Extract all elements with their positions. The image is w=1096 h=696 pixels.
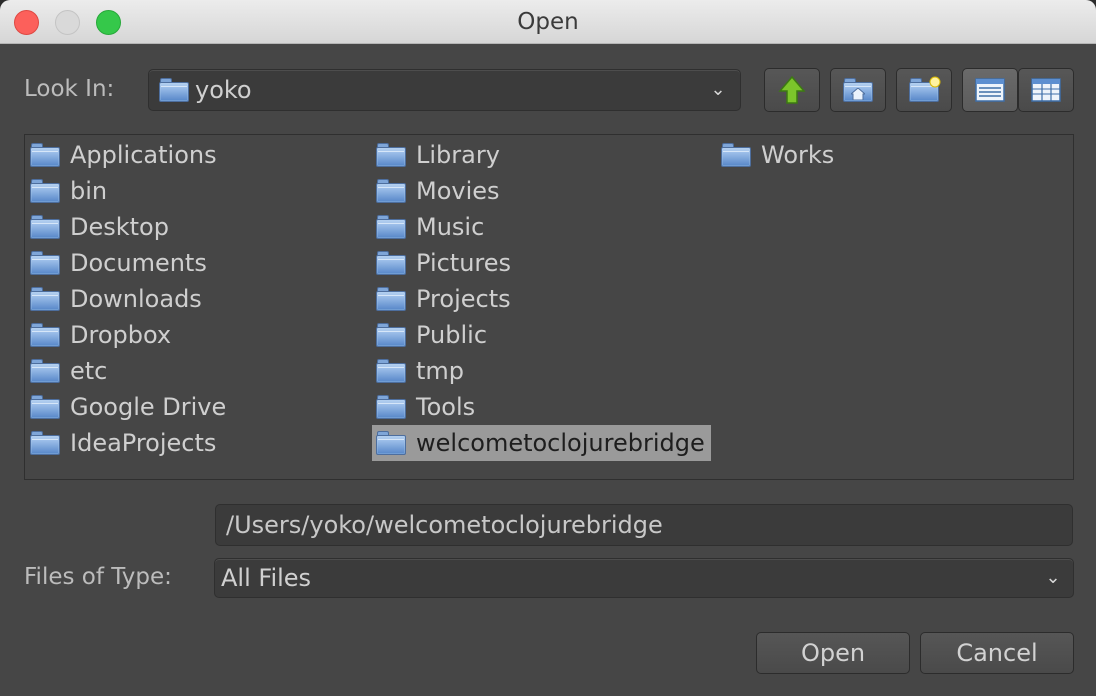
folder-icon bbox=[376, 359, 406, 383]
file-item[interactable]: IdeaProjects bbox=[30, 425, 216, 461]
file-list[interactable]: Applications bin Desktop Documents Downl… bbox=[24, 134, 1074, 480]
chevron-down-icon[interactable]: ⌄ bbox=[706, 70, 730, 110]
folder-icon bbox=[30, 287, 60, 311]
file-item[interactable]: tmp bbox=[376, 353, 464, 389]
file-item[interactable]: Movies bbox=[376, 173, 500, 209]
cancel-button[interactable]: Cancel bbox=[920, 632, 1074, 674]
window-title: Open bbox=[517, 9, 579, 35]
open-button[interactable]: Open bbox=[756, 632, 910, 674]
file-item[interactable]: Library bbox=[376, 137, 500, 173]
list-view-button[interactable] bbox=[962, 68, 1018, 112]
up-one-level-button[interactable] bbox=[764, 68, 820, 112]
folder-icon bbox=[376, 395, 406, 419]
folder-icon bbox=[376, 215, 406, 239]
file-item[interactable]: Applications bbox=[30, 137, 217, 173]
look-in-label: Look In: bbox=[24, 76, 115, 102]
file-name-field[interactable]: /Users/yoko/welcometoclojurebridge bbox=[215, 504, 1073, 546]
files-of-type-label: Files of Type: bbox=[24, 564, 172, 590]
look-in-combo[interactable]: yoko ⌄ bbox=[148, 69, 741, 111]
folder-icon bbox=[30, 179, 60, 203]
file-item[interactable]: Documents bbox=[30, 245, 207, 281]
home-folder-button[interactable] bbox=[830, 68, 886, 112]
chevron-down-icon[interactable]: ⌄ bbox=[1041, 559, 1065, 597]
details-view-button[interactable] bbox=[1018, 68, 1074, 112]
new-folder-icon bbox=[909, 76, 941, 102]
folder-icon bbox=[376, 431, 406, 455]
up-arrow-icon bbox=[778, 75, 806, 104]
folder-icon bbox=[376, 323, 406, 347]
folder-icon bbox=[30, 431, 60, 455]
file-item[interactable]: Downloads bbox=[30, 281, 202, 317]
details-view-icon bbox=[1031, 78, 1061, 102]
file-item[interactable]: bin bbox=[30, 173, 107, 209]
file-item[interactable]: Pictures bbox=[376, 245, 511, 281]
folder-icon bbox=[30, 359, 60, 383]
open-dialog: Open Look In: yoko ⌄ Applications bin De… bbox=[0, 0, 1096, 696]
folder-icon bbox=[376, 287, 406, 311]
file-item[interactable]: Works bbox=[721, 137, 834, 173]
file-item[interactable]: Dropbox bbox=[30, 317, 171, 353]
file-item[interactable]: Google Drive bbox=[30, 389, 226, 425]
file-item[interactable]: etc bbox=[30, 353, 107, 389]
folder-icon bbox=[376, 143, 406, 167]
home-folder-icon bbox=[843, 78, 873, 102]
folder-icon bbox=[376, 179, 406, 203]
list-view-icon bbox=[975, 78, 1005, 102]
folder-icon bbox=[30, 215, 60, 239]
file-item[interactable]: Desktop bbox=[30, 209, 169, 245]
files-of-type-value: All Files bbox=[221, 564, 312, 592]
file-item[interactable]: Tools bbox=[376, 389, 475, 425]
title-bar: Open bbox=[0, 0, 1096, 44]
folder-icon bbox=[376, 251, 406, 275]
folder-icon bbox=[30, 323, 60, 347]
file-item-selected[interactable]: welcometoclojurebridge bbox=[372, 425, 711, 461]
file-name-value: /Users/yoko/welcometoclojurebridge bbox=[226, 511, 663, 539]
file-item[interactable]: Projects bbox=[376, 281, 511, 317]
folder-icon bbox=[30, 143, 60, 167]
folder-icon bbox=[30, 251, 60, 275]
file-item[interactable]: Music bbox=[376, 209, 484, 245]
files-of-type-combo[interactable]: All Files ⌄ bbox=[214, 558, 1074, 598]
file-item[interactable]: Public bbox=[376, 317, 487, 353]
new-folder-button[interactable] bbox=[896, 68, 952, 112]
look-in-value: yoko bbox=[195, 76, 252, 104]
folder-icon bbox=[30, 395, 60, 419]
folder-icon bbox=[721, 143, 751, 167]
folder-icon bbox=[159, 78, 189, 102]
